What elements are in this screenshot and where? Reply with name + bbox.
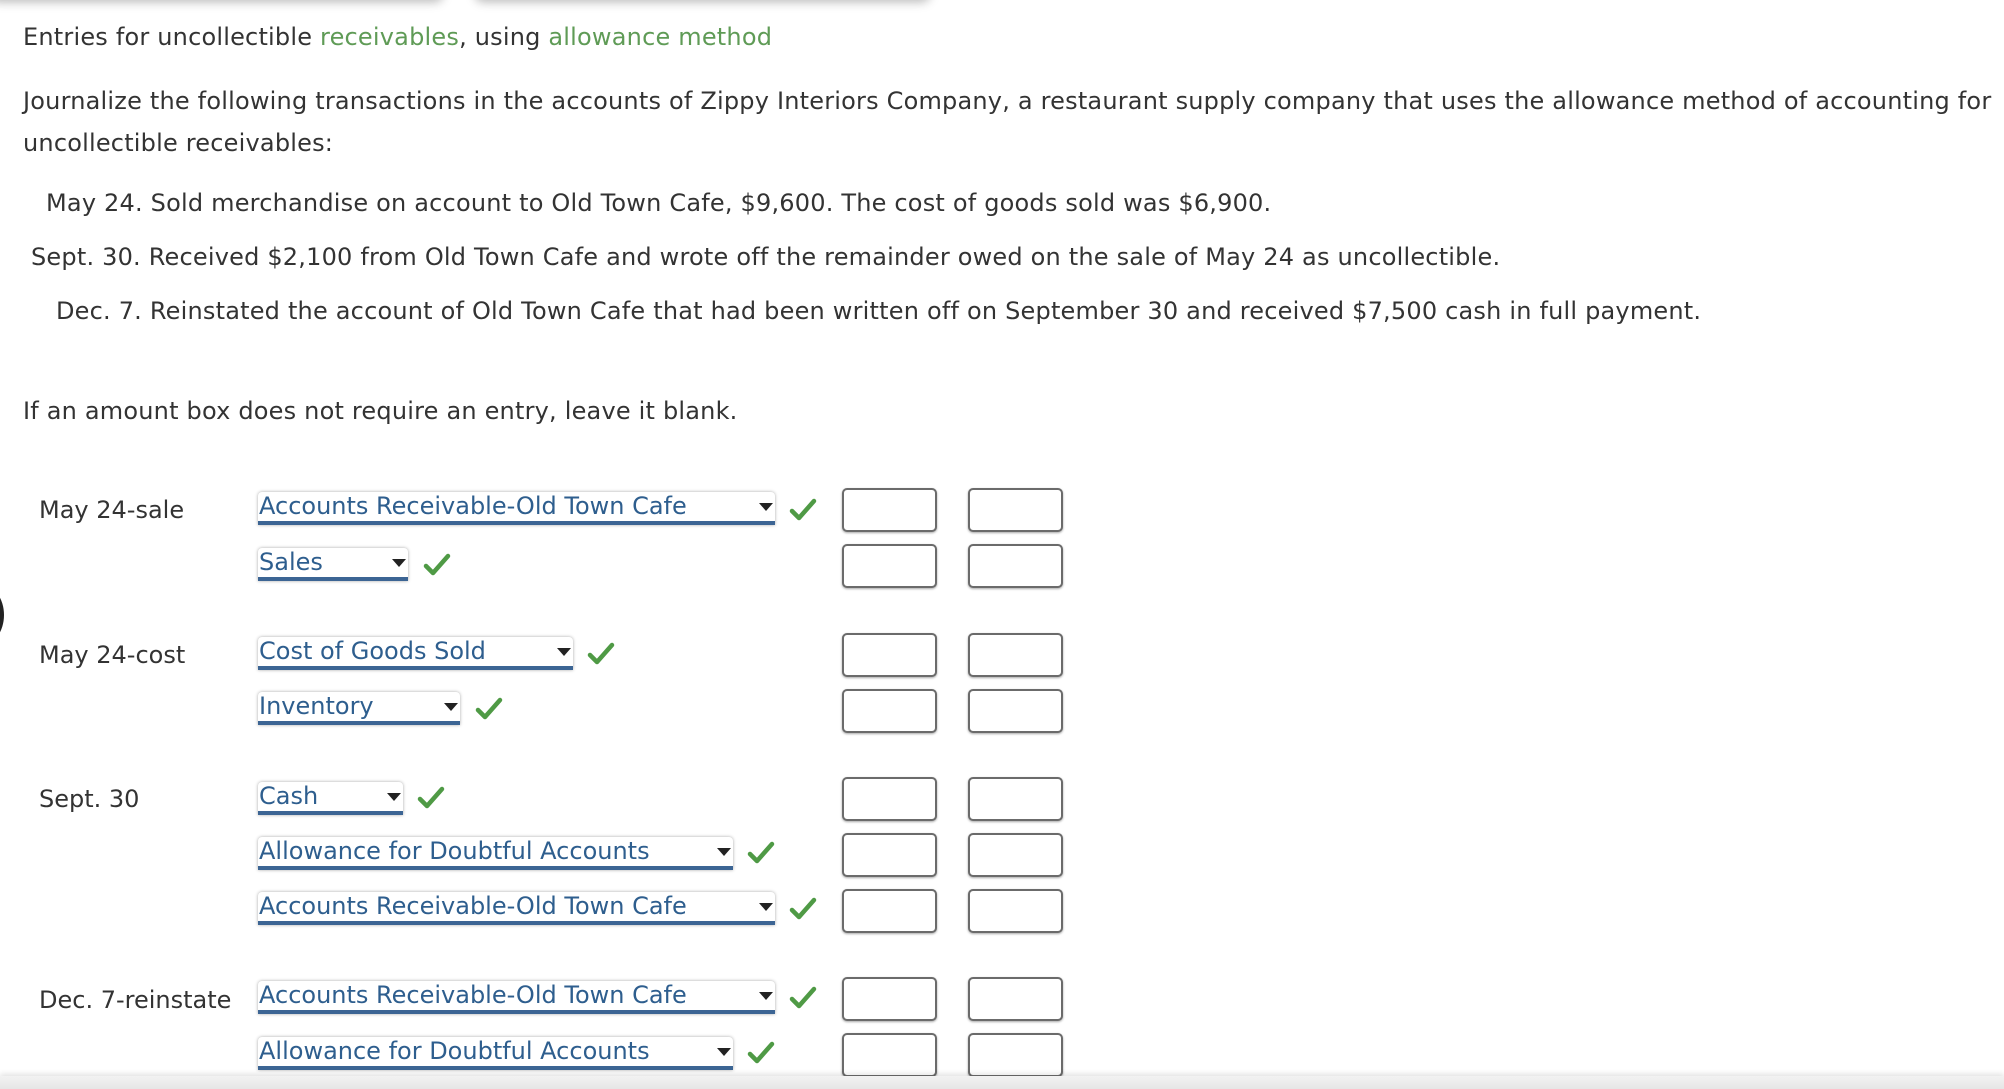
dropdown-arrow-icon xyxy=(717,848,731,856)
account-select-value: Inventory xyxy=(259,692,374,720)
entry-label-may-24-sale: May 24-sale xyxy=(39,496,185,524)
transaction-sept-30: Sept. 30. Received $2,100 from Old Town … xyxy=(31,242,1500,272)
instructions-line-1: Journalize the following transactions in… xyxy=(23,87,1992,115)
transaction-date: May 24. xyxy=(46,189,143,217)
debit-amount-input[interactable] xyxy=(842,633,937,677)
credit-amount-input[interactable] xyxy=(968,777,1063,821)
account-select[interactable]: Cost of Goods Sold xyxy=(258,637,573,670)
credit-amount-input[interactable] xyxy=(968,889,1063,933)
transaction-text: Received $2,100 from Old Town Cafe and w… xyxy=(148,243,1501,271)
credit-amount-input[interactable] xyxy=(968,689,1063,733)
account-select[interactable]: Accounts Receivable-Old Town Cafe xyxy=(258,981,775,1014)
dropdown-arrow-icon xyxy=(392,559,406,567)
side-navigation-handle[interactable] xyxy=(0,585,4,645)
debit-amount-input[interactable] xyxy=(842,777,937,821)
debit-amount-input[interactable] xyxy=(842,689,937,733)
entry-label-dec-7-reinstate: Dec. 7-reinstate xyxy=(39,986,232,1014)
account-select-value: Accounts Receivable-Old Town Cafe xyxy=(259,981,687,1009)
debit-amount-input[interactable] xyxy=(842,544,937,588)
dropdown-arrow-icon xyxy=(759,903,773,911)
instructions-line-2: uncollectible receivables: xyxy=(23,129,334,157)
correct-check-icon xyxy=(417,786,445,809)
credit-amount-input[interactable] xyxy=(968,1033,1063,1077)
transaction-dec-7: Dec. 7. Reinstated the account of Old To… xyxy=(56,296,1701,326)
dropdown-arrow-icon xyxy=(387,793,401,801)
account-select[interactable]: Allowance for Doubtful Accounts xyxy=(258,837,733,870)
correct-check-icon xyxy=(747,841,775,864)
correct-check-icon xyxy=(587,642,615,665)
credit-amount-input[interactable] xyxy=(968,633,1063,677)
credit-amount-input[interactable] xyxy=(968,544,1063,588)
entry-label-sept-30: Sept. 30 xyxy=(39,785,140,813)
correct-check-icon xyxy=(789,897,817,920)
account-select[interactable]: Allowance for Doubtful Accounts xyxy=(258,1037,733,1070)
debit-amount-input[interactable] xyxy=(842,1033,937,1077)
dropdown-arrow-icon xyxy=(444,703,458,711)
account-select-value: Allowance for Doubtful Accounts xyxy=(259,1037,650,1065)
correct-check-icon xyxy=(747,1041,775,1064)
transaction-text: Reinstated the account of Old Town Cafe … xyxy=(149,297,1702,325)
account-select[interactable]: Inventory xyxy=(258,692,460,725)
title-prefix: Entries for uncollectible xyxy=(23,23,321,51)
account-select-value: Cost of Goods Sold xyxy=(259,637,486,665)
correct-check-icon xyxy=(789,498,817,521)
credit-amount-input[interactable] xyxy=(968,833,1063,877)
dropdown-arrow-icon xyxy=(717,1048,731,1056)
title-middle: , using xyxy=(459,23,549,51)
debit-amount-input[interactable] xyxy=(842,977,937,1021)
account-select[interactable]: Cash xyxy=(258,782,403,815)
account-select-value: Accounts Receivable-Old Town Cafe xyxy=(259,492,687,520)
credit-amount-input[interactable] xyxy=(968,977,1063,1021)
transaction-date: Sept. 30. xyxy=(31,243,141,271)
account-select[interactable]: Accounts Receivable-Old Town Cafe xyxy=(258,492,775,525)
debit-amount-input[interactable] xyxy=(842,889,937,933)
account-select[interactable]: Accounts Receivable-Old Town Cafe xyxy=(258,892,775,925)
debit-amount-input[interactable] xyxy=(842,488,937,532)
allowance-method-term-link[interactable]: allowance method xyxy=(548,23,772,51)
debit-amount-input[interactable] xyxy=(842,833,937,877)
transaction-may-24: May 24. Sold merchandise on account to O… xyxy=(46,188,1271,218)
blank-entry-note: If an amount box does not require an ent… xyxy=(23,397,738,425)
receivables-term-link[interactable]: receivables xyxy=(320,23,459,51)
account-select[interactable]: Sales xyxy=(258,548,408,581)
credit-amount-input[interactable] xyxy=(968,488,1063,532)
account-select-value: Cash xyxy=(259,782,319,810)
dropdown-arrow-icon xyxy=(557,648,571,656)
transaction-text: Sold merchandise on account to Old Town … xyxy=(150,189,1272,217)
account-select-value: Accounts Receivable-Old Town Cafe xyxy=(259,892,687,920)
correct-check-icon xyxy=(789,986,817,1009)
entry-label-may-24-cost: May 24-cost xyxy=(39,641,186,669)
correct-check-icon xyxy=(423,553,451,576)
transaction-date: Dec. 7. xyxy=(56,297,142,325)
bottom-panel-edge xyxy=(0,1076,2004,1089)
dropdown-arrow-icon xyxy=(759,503,773,511)
exercise-title: Entries for uncollectible receivables, u… xyxy=(23,22,772,52)
dropdown-arrow-icon xyxy=(759,992,773,1000)
account-select-value: Sales xyxy=(259,548,323,576)
account-select-value: Allowance for Doubtful Accounts xyxy=(259,837,650,865)
correct-check-icon xyxy=(475,697,503,720)
